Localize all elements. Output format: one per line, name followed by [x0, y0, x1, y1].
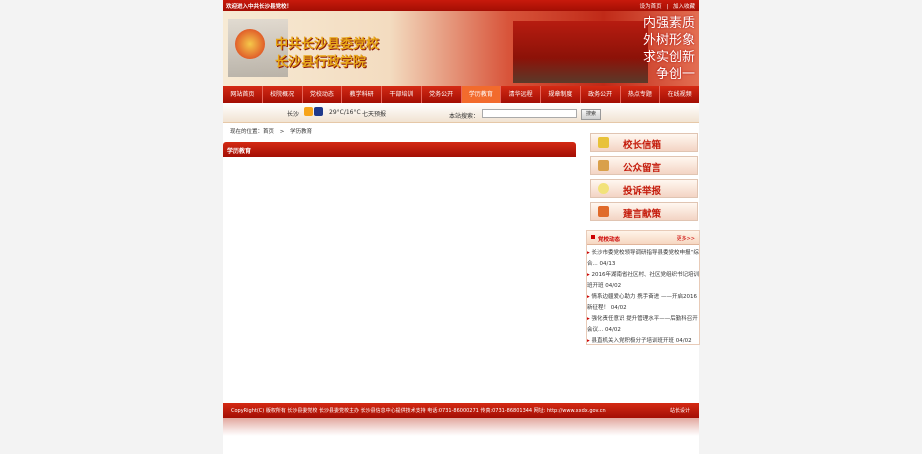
list-item[interactable]: ▸ 强化责任意识 提升管理水平——后勤科召开会议... 04/02 — [587, 314, 699, 336]
nav-item-degree-education[interactable]: 学历教育 — [461, 86, 502, 103]
sun-icon — [304, 107, 313, 116]
button-label: 投诉举报 — [623, 186, 662, 197]
breadcrumb-separator: > — [279, 129, 285, 135]
list-item[interactable]: ▸ 县直机关入党积极分子培训班开班 04/02 — [587, 336, 699, 347]
slogan: 外树形象 — [642, 33, 695, 48]
link-divider: | — [666, 4, 669, 10]
nav-item-government-affairs[interactable]: 政务公开 — [581, 86, 621, 103]
news-list: ▸ 长沙市委党校领导调研指导县委党校申报“综合... 04/13 ▸ 2016年… — [587, 248, 699, 347]
top-links: 设为首页 | 加入收藏 — [640, 2, 695, 10]
school-subtitle: 长沙县行政学院 — [275, 55, 367, 70]
news-title: 强化责任意识 提升管理水平——后勤科召开会议... — [587, 316, 698, 333]
news-panel: 党校动态 更多>> ▸ 长沙市委党校领导调研指导县委党校申报“综合... 04/… — [586, 230, 700, 345]
button-label: 公众留言 — [623, 163, 662, 174]
list-item[interactable]: ▸ 长沙市委党校领导调研指导县委党校申报“综合... 04/13 — [587, 248, 699, 270]
welcome-text: 欢迎进入中共长沙县党校！ — [226, 4, 293, 10]
footer: CopyRight(C) 版权所有 长沙县委党校 长沙县委党校主办 长沙县信息中… — [223, 403, 699, 418]
section-header: 学历教育 — [223, 142, 576, 157]
suggestion-button[interactable]: 建言献策 — [590, 202, 698, 221]
nav-item-hot-topics[interactable]: 热点专题 — [621, 86, 661, 103]
content-area — [223, 157, 576, 402]
news-date: 04/02 — [610, 305, 627, 311]
more-link[interactable]: 更多>> — [677, 235, 695, 242]
search-button[interactable]: 搜索 — [581, 109, 601, 120]
design-credit: 站长设计 — [669, 408, 690, 414]
complaint-report-button[interactable]: 投诉举报 — [590, 179, 698, 198]
weather-temp: 29°C/16°C — [329, 109, 361, 116]
set-home-link[interactable]: 设为首页 — [640, 4, 662, 10]
nav-item-news[interactable]: 党校动态 — [303, 86, 343, 103]
search-input[interactable] — [482, 109, 577, 118]
button-label: 校长信箱 — [623, 140, 662, 151]
news-date: 04/02 — [605, 283, 622, 289]
footer-shadow — [223, 418, 699, 436]
news-title: 情系边疆爱心助力 携手奋进 ——开启2016新征程！ — [587, 294, 698, 311]
principal-mailbox-button[interactable]: 校长信箱 — [590, 133, 698, 152]
bullet-icon — [591, 235, 595, 239]
slogan: 内强素质 — [642, 16, 695, 31]
news-date: 04/02 — [605, 327, 621, 333]
weather-city: 长沙 — [287, 111, 300, 118]
list-item[interactable]: ▸ 2016年湖南省社区村、社区党组织书记培训班开班 04/02 — [587, 270, 699, 292]
search-label: 本站搜索： — [449, 113, 480, 120]
top-bar: 欢迎进入中共长沙县党校！ 设为首页 | 加入收藏 — [223, 0, 699, 11]
nav-item-training[interactable]: 干部培训 — [382, 86, 422, 103]
info-bar: 长沙 29°C/16°C 七天预报 本站搜索： 搜索 — [223, 103, 699, 123]
slogan: 求实创新 — [642, 50, 695, 65]
nav-item-tsinghua-remote[interactable]: 清华远程 — [501, 86, 541, 103]
book-icon — [598, 206, 609, 217]
breadcrumb: 现在的位置：首页 > 学历教育 — [230, 127, 312, 135]
page: 欢迎进入中共长沙县党校！ 设为首页 | 加入收藏 中共长沙县委党校 长沙县行政学… — [223, 0, 700, 454]
breadcrumb-current: 学历教育 — [290, 129, 313, 135]
nav-item-online-video[interactable]: 在线视频 — [660, 86, 699, 103]
news-title: 2016年湖南省社区村、社区党组织书记培训班开班 — [587, 272, 700, 289]
banner: 中共长沙县委党校 长沙县行政学院 内强素质 外树形象 求实创新 争创一 — [223, 11, 699, 86]
news-date: 04/13 — [599, 261, 616, 267]
nav-item-teaching[interactable]: 教学科研 — [342, 86, 382, 103]
main-nav: 网站首页 校院概况 党校动态 教学科研 干部培训 党务公开 学历教育 清华远程 … — [223, 86, 699, 103]
news-panel-header: 党校动态 更多>> — [587, 231, 699, 245]
banner-slogans: 内强素质 外树形象 求实创新 争创一 — [609, 15, 695, 83]
list-item[interactable]: ▸ 情系边疆爱心助力 携手奋进 ——开启2016新征程！ 04/02 — [587, 292, 699, 314]
moon-icon — [314, 107, 323, 116]
slogan: 争创一 — [655, 67, 695, 82]
public-message-button[interactable]: 公众留言 — [590, 156, 698, 175]
news-date: 04/02 — [675, 338, 692, 344]
news-title: 县直机关入党积极分子培训班开班 — [591, 338, 675, 344]
forecast-link[interactable]: 七天预报 — [362, 109, 386, 118]
message-icon — [598, 160, 609, 171]
nav-item-regulations[interactable]: 规章制度 — [541, 86, 581, 103]
nav-item-party-affairs[interactable]: 党务公开 — [422, 86, 462, 103]
school-title: 中共长沙县委党校 — [275, 37, 380, 52]
lightbulb-icon — [598, 183, 609, 194]
section-title: 学历教育 — [227, 148, 252, 155]
mailbox-icon — [598, 137, 609, 148]
party-emblem-icon — [235, 29, 265, 59]
news-panel-title: 党校动态 — [598, 237, 621, 243]
add-favorite-link[interactable]: 加入收藏 — [673, 4, 695, 10]
breadcrumb-home[interactable]: 现在的位置：首页 — [230, 129, 274, 135]
button-label: 建言献策 — [623, 209, 662, 220]
nav-item-overview[interactable]: 校院概况 — [263, 86, 303, 103]
copyright-text: CopyRight(C) 版权所有 长沙县委党校 长沙县委党校主办 长沙县信息中… — [231, 408, 606, 414]
nav-item-home[interactable]: 网站首页 — [223, 86, 263, 103]
